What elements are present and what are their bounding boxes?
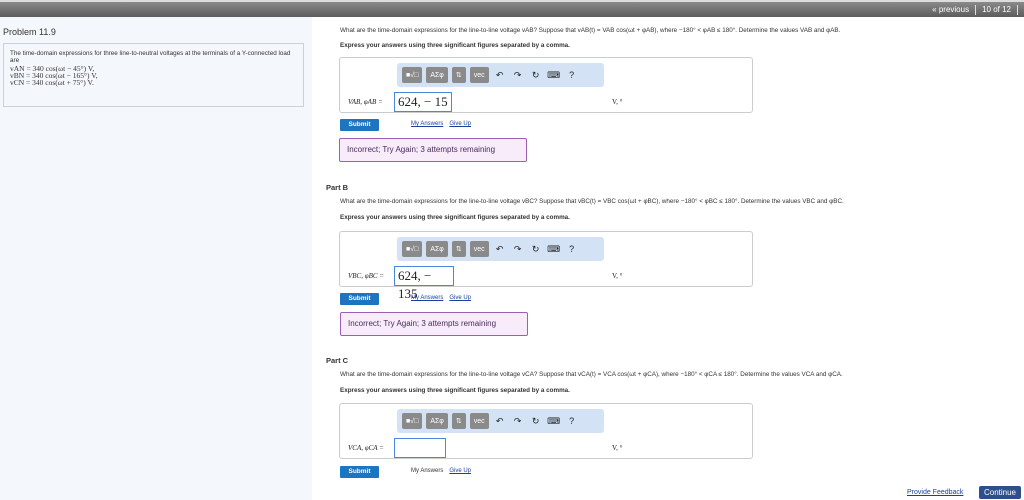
undo-icon[interactable]: ↶	[493, 244, 507, 255]
intro-text: The time-domain expressions for three li…	[10, 50, 291, 65]
input-label: VBC, φBC =	[348, 272, 385, 280]
vector-button[interactable]: vec	[469, 241, 489, 257]
problem-title: Problem 11.9	[3, 27, 56, 37]
equation: vCN = 340 cos(ωt + 75°) V.	[10, 78, 94, 88]
help-icon[interactable]: ?	[565, 244, 579, 254]
reset-icon[interactable]: ↻	[529, 416, 543, 427]
undo-icon[interactable]: ↶	[493, 70, 507, 81]
math-toolbar: ■√□ ΑΣφ ⇅ vec ↶ ↷ ↻ ⌨ ?	[397, 63, 604, 87]
instruction-text: Express your answers using three signifi…	[340, 387, 570, 394]
templates-button[interactable]: ■√□	[402, 413, 423, 429]
answer-input[interactable]: 624, − 135	[394, 266, 454, 301]
feedback-message: Incorrect; Try Again; 3 attempts remaini…	[339, 138, 527, 162]
greek-button[interactable]: ΑΣφ	[426, 67, 448, 83]
my-answers-link[interactable]: My Answers	[411, 468, 443, 474]
give-up-link[interactable]: Give Up	[449, 468, 471, 474]
keyboard-icon[interactable]: ⌨	[547, 70, 561, 81]
answer-box: ■√□ ΑΣφ ⇅ vec ↶ ↷ ↻ ⌨ ? VCA, φCA = V, °	[339, 403, 753, 459]
answer-box: ■√□ ΑΣφ ⇅ vec ↶ ↷ ↻ ⌨ ? VBC, φBC = 624, …	[339, 231, 753, 301]
vector-button[interactable]: vec	[469, 413, 489, 429]
give-up-link[interactable]: Give Up	[449, 295, 471, 301]
question-text: What are the time-domain expressions for…	[340, 27, 841, 34]
arrows-button[interactable]: ⇅	[451, 241, 466, 257]
page-position: 10 of 12	[982, 5, 1011, 14]
problem-panel: Problem 11.9 The time-domain expressions…	[0, 17, 312, 500]
submit-button[interactable]: Submit	[340, 466, 379, 478]
keyboard-icon[interactable]: ⌨	[547, 416, 561, 427]
arrows-button[interactable]: ⇅	[451, 413, 466, 429]
instruction-text: Express your answers using three signifi…	[340, 214, 570, 221]
help-icon[interactable]: ?	[565, 416, 579, 426]
answer-input[interactable]	[394, 438, 446, 458]
instruction-text: Express your answers using three signifi…	[340, 42, 570, 49]
redo-icon[interactable]: ↷	[511, 244, 525, 255]
answer-input[interactable]: 624, − 15	[394, 92, 452, 112]
templates-button[interactable]: ■√□	[402, 67, 423, 83]
reset-icon[interactable]: ↻	[529, 244, 543, 255]
give-up-link[interactable]: Give Up	[449, 121, 471, 127]
answer-links: My Answers Give Up	[411, 295, 477, 301]
previous-link[interactable]: « previous	[932, 5, 969, 15]
part-label: Part B	[326, 183, 349, 192]
submit-button[interactable]: Submit	[340, 119, 379, 131]
input-label: VAB, φAB =	[348, 98, 383, 106]
continue-button[interactable]: Continue	[979, 486, 1021, 499]
feedback-message: Incorrect; Try Again; 3 attempts remaini…	[340, 312, 528, 336]
unit-label: V, °	[612, 98, 623, 106]
answer-links: My Answers Give Up	[411, 468, 477, 474]
part-label: Part C	[326, 356, 349, 365]
reset-icon[interactable]: ↻	[529, 70, 543, 81]
problem-intro: The time-domain expressions for three li…	[3, 43, 304, 107]
question-text: What are the time-domain expressions for…	[340, 198, 844, 205]
redo-icon[interactable]: ↷	[511, 416, 525, 427]
redo-icon[interactable]: ↷	[511, 70, 525, 81]
undo-icon[interactable]: ↶	[493, 416, 507, 427]
answer-box: ■√□ ΑΣφ ⇅ vec ↶ ↷ ↻ ⌨ ? VAB, φAB = 624, …	[339, 57, 753, 113]
unit-label: V, °	[612, 444, 623, 452]
greek-button[interactable]: ΑΣφ	[426, 241, 448, 257]
main-content: What are the time-domain expressions for…	[312, 17, 1024, 500]
greek-button[interactable]: ΑΣφ	[426, 413, 448, 429]
submit-button[interactable]: Submit	[340, 293, 379, 305]
pagination: « previous 10 of 12	[932, 5, 1018, 15]
keyboard-icon[interactable]: ⌨	[547, 244, 561, 255]
unit-label: V, °	[612, 272, 623, 280]
my-answers-link[interactable]: My Answers	[411, 121, 443, 127]
arrows-button[interactable]: ⇅	[451, 67, 466, 83]
templates-button[interactable]: ■√□	[402, 241, 423, 257]
my-answers-link[interactable]: My Answers	[411, 295, 443, 301]
question-text: What are the time-domain expressions for…	[340, 371, 843, 378]
top-bar: « previous 10 of 12	[0, 0, 1024, 17]
help-icon[interactable]: ?	[565, 70, 579, 80]
answer-links: My Answers Give Up	[411, 121, 477, 127]
math-toolbar: ■√□ ΑΣφ ⇅ vec ↶ ↷ ↻ ⌨ ?	[397, 409, 604, 433]
provide-feedback-link[interactable]: Provide Feedback	[907, 489, 963, 496]
input-label: VCA, φCA =	[348, 444, 384, 452]
vector-button[interactable]: vec	[469, 67, 489, 83]
math-toolbar: ■√□ ΑΣφ ⇅ vec ↶ ↷ ↻ ⌨ ?	[397, 237, 604, 261]
